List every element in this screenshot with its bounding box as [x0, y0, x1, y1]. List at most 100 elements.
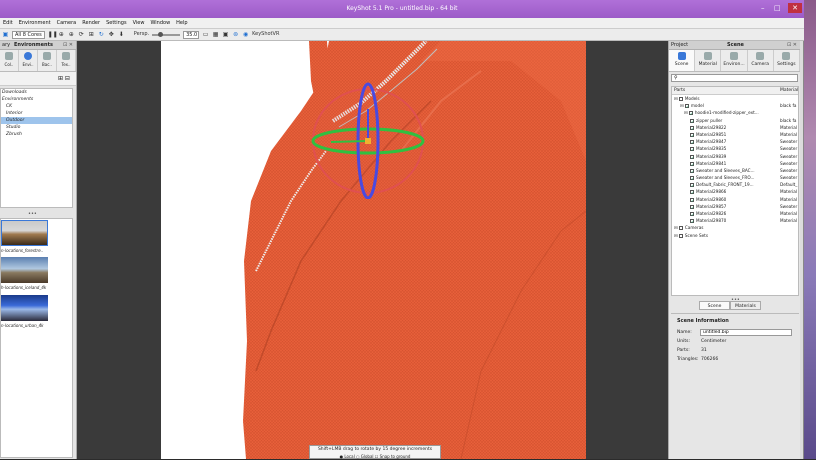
move-icon[interactable]: ✥ [108, 31, 115, 38]
fov-input[interactable]: 35.0 [183, 30, 200, 39]
scene-tree-row[interactable]: ⊟ Scene Sets [672, 232, 798, 239]
scene-tree-row[interactable]: ✓ Material29835 Sweater [672, 145, 798, 152]
visibility-checkbox[interactable]: ✓ [684, 104, 689, 109]
tab-project-settings[interactable]: Settings [774, 50, 801, 71]
visibility-checkbox[interactable]: ✓ [690, 204, 694, 209]
splitter-handle[interactable]: ••• [28, 211, 37, 217]
scene-tree-row[interactable]: ✓ Material29851 Material [672, 131, 798, 138]
library-action-icons[interactable]: ⊞ ⊟ [58, 75, 70, 82]
tab-scene-info[interactable]: Scene [699, 301, 730, 310]
keyshotvr-label[interactable]: KeyShotVR [252, 30, 279, 39]
tree-environments[interactable]: Environments [1, 96, 72, 103]
visibility-checkbox[interactable]: ✓ [690, 212, 694, 217]
thumb-iceland[interactable] [1, 257, 48, 283]
visibility-checkbox[interactable]: ✓ [690, 168, 694, 173]
scene-tree-row[interactable]: ✓ Material29841 Sweater [672, 160, 798, 167]
reset-icon[interactable]: ↻ [98, 31, 105, 38]
scene-name-input[interactable] [700, 329, 792, 336]
scene-tree-row[interactable]: ✓ Material29822 Material [672, 124, 798, 131]
minimize-icon[interactable]: – [761, 3, 765, 13]
add-camera-icon[interactable]: ⊕ [68, 31, 75, 38]
thumb-urban[interactable] [1, 295, 48, 321]
tree-studio[interactable]: Studio [1, 124, 72, 131]
scene-tree-row[interactable]: ✓ Material29847 Sweater [672, 138, 798, 145]
menu-environment[interactable]: Environment [16, 18, 54, 29]
scene-search-input[interactable]: ⚲ [671, 74, 798, 82]
grid-icon[interactable]: ▦ [212, 31, 219, 38]
visibility-checkbox[interactable]: ✓ [690, 219, 694, 224]
keyshotvr-icon[interactable]: ◉ [242, 31, 249, 38]
transform-gizmo[interactable] [311, 79, 441, 199]
visibility-checkbox[interactable] [678, 97, 683, 101]
visibility-checkbox[interactable] [678, 226, 683, 231]
tab-textures[interactable]: Tex.. [57, 50, 76, 71]
menu-view[interactable]: View [130, 18, 148, 29]
tab-materials-info[interactable]: Materials [730, 301, 761, 310]
visibility-checkbox[interactable]: ✓ [690, 154, 694, 159]
tab-backplates[interactable]: Bac.. [38, 50, 57, 71]
menu-camera[interactable]: Camera [54, 18, 80, 29]
scene-tree-row[interactable]: ✓ Material29826 Material [672, 210, 798, 217]
scene-tree-header: Parts Material [672, 87, 799, 95]
visibility-checkbox[interactable] [678, 233, 683, 238]
render-icon[interactable]: ⊚ [232, 31, 239, 38]
scene-tree-row[interactable]: ✓ Material29860 Material [672, 196, 798, 203]
maximize-icon[interactable]: □ [774, 3, 781, 13]
scene-tree-row[interactable]: ✓ Sweater and Sleeves_BAC... Sweater [672, 167, 798, 174]
visibility-checkbox[interactable]: ✓ [690, 183, 694, 188]
part-name: Material29857 [696, 203, 727, 209]
menu-help[interactable]: Help [173, 18, 190, 29]
cores-select[interactable]: All 8 Cores [12, 30, 45, 39]
pause-icon[interactable]: ❚❚ [48, 31, 58, 38]
tree-ck[interactable]: CK [1, 103, 72, 110]
scene-tree-row[interactable]: ⊟ ✓ model black fa [672, 102, 798, 109]
visibility-checkbox[interactable]: ✓ [690, 140, 694, 145]
fov-slider[interactable] [152, 31, 181, 37]
project-float-icon[interactable]: ⊡ ✕ [787, 41, 797, 50]
scene-tree-row[interactable]: ✓ Material29870 Material [672, 217, 798, 224]
render-canvas[interactable] [161, 41, 586, 459]
drop-icon[interactable]: ⬇ [118, 31, 125, 38]
menu-edit[interactable]: Edit [0, 18, 16, 29]
tab-camera[interactable]: Camera [748, 50, 774, 71]
scene-tree-row[interactable]: ✓ Material29857 Sweater [672, 203, 798, 210]
visibility-checkbox[interactable]: ✓ [690, 118, 694, 123]
visibility-checkbox[interactable]: ✓ [690, 125, 694, 130]
menu-settings[interactable]: Settings [103, 18, 130, 29]
pan-icon[interactable]: ⊞ [88, 31, 95, 38]
visibility-checkbox[interactable]: ✓ [690, 132, 694, 137]
tree-outdoor[interactable]: Outdoor [1, 117, 72, 124]
real-time-viewport[interactable]: Shift+LMB drag to rotate by 15 degree in… [77, 41, 668, 459]
scene-tree-row[interactable]: ⊟ Cameras [672, 224, 798, 231]
tree-zbrush[interactable]: Zbrush [1, 131, 72, 138]
visibility-checkbox[interactable]: ✓ [690, 161, 694, 166]
screenshot-icon[interactable]: ▣ [222, 31, 229, 38]
tab-colors[interactable]: Col.. [0, 50, 19, 71]
visibility-checkbox[interactable]: ✓ [688, 111, 693, 116]
add-geometry-icon[interactable]: ⊕ [58, 31, 65, 38]
view-icon[interactable]: ▭ [202, 31, 209, 38]
scene-tree-row[interactable]: ✓ zipper puller black fa [672, 117, 798, 124]
visibility-checkbox[interactable]: ✓ [690, 176, 694, 181]
tab-environments[interactable]: Envi.. [19, 50, 38, 71]
tab-environment[interactable]: Environ... [721, 50, 748, 71]
visibility-checkbox[interactable]: ✓ [690, 190, 694, 195]
tab-material[interactable]: Material [695, 50, 722, 71]
visibility-checkbox[interactable]: ✓ [690, 197, 694, 202]
scene-tree-row[interactable]: ✓ Material29866 Material [672, 188, 798, 195]
scene-tree-row[interactable]: ✓ Material29839 Sweater [672, 153, 798, 160]
close-icon[interactable]: ✕ [788, 3, 802, 13]
panel-float-icon[interactable]: ⊡ ✕ [63, 41, 73, 50]
scene-tree-row[interactable]: ✓ Default_Fabric_FRONT_19... Default_ [672, 181, 798, 188]
scene-tree-row[interactable]: ⊟ ✓ hoodie1-modified-zipper_ext... [672, 109, 798, 116]
scene-tree-row[interactable]: ✓ Sweater and Sleeves_FRO... Sweater [672, 174, 798, 181]
tree-interior[interactable]: Interior [1, 110, 72, 117]
menu-render[interactable]: Render [79, 18, 103, 29]
rotate-icon[interactable]: ⟳ [78, 31, 85, 38]
scene-tree-row[interactable]: ⊟ Models [672, 95, 798, 102]
tab-scene[interactable]: Scene [669, 50, 696, 71]
visibility-checkbox[interactable]: ✓ [690, 147, 694, 152]
tree-downloads[interactable]: Downloads [1, 89, 72, 96]
menu-window[interactable]: Window [147, 18, 173, 29]
thumb-forest[interactable] [1, 220, 48, 246]
